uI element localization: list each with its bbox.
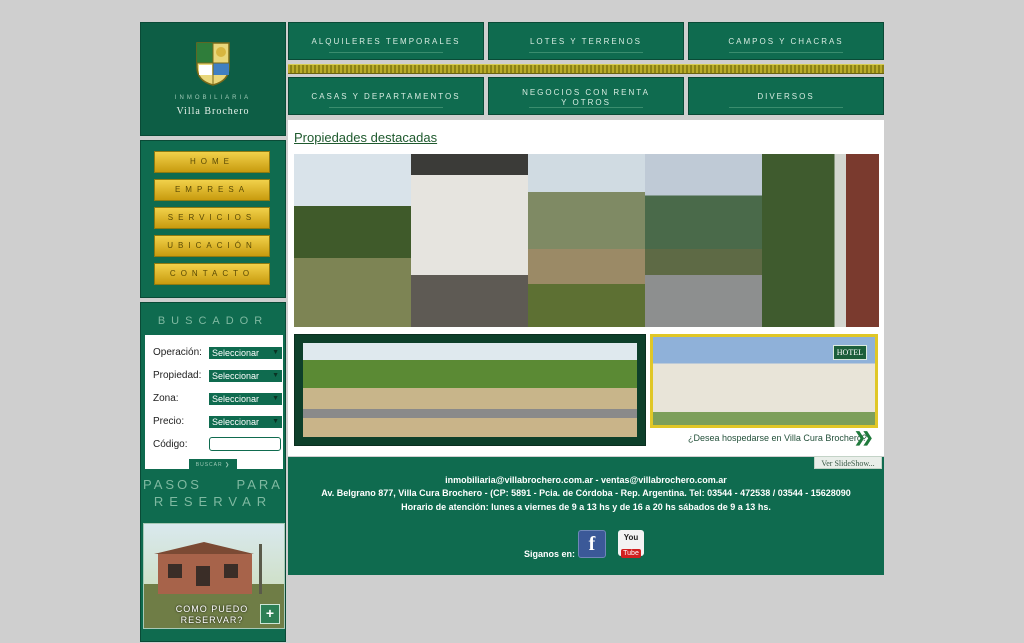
featured-title-link[interactable]: Propiedades destacadas	[294, 130, 437, 145]
slideshow-button[interactable]: Ver SlideShow...	[814, 456, 882, 469]
search-title: BUSCADOR	[157, 315, 269, 327]
codigo-label: Código:	[153, 439, 188, 450]
river-image	[303, 343, 637, 437]
precio-select-value: Seleccionar	[212, 417, 260, 427]
footer: Ver SlideShow... inmobiliaria@villabroch…	[288, 456, 884, 575]
youtube-icon[interactable]: You Tube	[618, 530, 644, 558]
category-negocios-con-renta[interactable]: NEGOCIOS CON RENTA Y OTROS	[488, 77, 684, 115]
follow-us-label: Siganos en:	[524, 549, 576, 559]
footer-emails: inmobiliaria@villabrochero.com.ar - vent…	[445, 475, 727, 485]
chevron-down-icon: ▼	[272, 349, 279, 356]
logo-panel[interactable]: INMOBILIARIA Villa Brochero	[140, 22, 286, 136]
photo-road	[645, 154, 762, 327]
search-panel: BUSCADOR Operación: Seleccionar ▼ Propie…	[140, 302, 286, 642]
photo-trees	[294, 154, 411, 327]
double-chevron-right-icon[interactable]: ❯❯	[854, 429, 874, 446]
propiedad-select[interactable]: Seleccionar ▼	[209, 370, 282, 382]
brand-subtitle: INMOBILIARIA	[174, 95, 252, 101]
propiedad-label: Propiedad:	[153, 370, 202, 381]
category-diversos[interactable]: DIVERSOS	[688, 77, 884, 115]
propiedad-select-value: Seleccionar	[212, 371, 260, 381]
category-underline	[729, 52, 843, 53]
main-menu: HOME EMPRESA SERVICIOS UBICACIÓN CONTACT…	[140, 140, 286, 298]
category-alquileres-temporales[interactable]: ALQUILERES TEMPORALES	[288, 22, 484, 60]
como-reservar-card[interactable]: COMO PUEDO RESERVAR? +	[143, 523, 285, 629]
footer-address: Av. Belgrano 877, Villa Cura Brochero - …	[321, 488, 851, 498]
menu-contacto-button[interactable]: CONTACTO	[154, 263, 270, 285]
precio-select[interactable]: Seleccionar ▼	[209, 416, 282, 428]
category-underline	[729, 107, 843, 108]
featured-gallery[interactable]	[294, 154, 879, 327]
menu-servicios-button[interactable]: SERVICIOS	[154, 207, 270, 229]
gold-divider-strip	[288, 64, 884, 74]
operacion-select[interactable]: Seleccionar ▼	[209, 347, 282, 359]
brand-name: Villa Brochero	[176, 106, 250, 117]
category-underline	[329, 52, 443, 53]
chevron-down-icon: ▼	[272, 418, 279, 425]
category-label-line1: NEGOCIOS CON RENTA	[522, 88, 650, 97]
category-label: LOTES Y TERRENOS	[529, 37, 643, 46]
crest-logo-icon	[196, 42, 230, 86]
search-button[interactable]: BUSCAR ❯	[189, 459, 237, 471]
youtube-tube: Tube	[621, 549, 641, 558]
menu-home-button[interactable]: HOME	[154, 151, 270, 173]
river-photo[interactable]	[294, 334, 646, 446]
hotel-sign: HOTEL	[832, 345, 867, 360]
photo-interior	[411, 154, 528, 327]
category-label: CAMPOS Y CHACRAS	[728, 37, 844, 46]
category-label: CASAS Y DEPARTAMENTOS	[311, 92, 461, 101]
precio-label: Precio:	[153, 416, 185, 427]
category-campos-y-chacras[interactable]: CAMPOS Y CHACRAS	[688, 22, 884, 60]
facebook-icon[interactable]: f	[578, 530, 606, 558]
youtube-you: You	[623, 533, 639, 542]
zona-select[interactable]: Seleccionar ▼	[209, 393, 282, 405]
featured-properties-panel: Propiedades destacadas HOTEL ¿Desea hosp…	[288, 120, 884, 456]
category-underline	[529, 107, 643, 108]
plus-icon: +	[260, 604, 280, 624]
como-reservar-text: COMO PUEDO RESERVAR?	[175, 604, 249, 625]
hotel-photo[interactable]: HOTEL	[650, 334, 878, 428]
chevron-down-icon: ▼	[272, 395, 279, 402]
pasos-line1: PASOS PARA	[143, 477, 283, 492]
operacion-select-value: Seleccionar	[212, 348, 260, 358]
zona-label: Zona:	[153, 393, 179, 404]
photo-hills	[528, 154, 645, 327]
category-casas-y-departamentos[interactable]: CASAS Y DEPARTAMENTOS	[288, 77, 484, 115]
category-underline	[529, 52, 643, 53]
search-form: Operación: Seleccionar ▼ Propiedad: Sele…	[145, 335, 283, 469]
photo-hedge	[762, 154, 879, 327]
chevron-down-icon: ▼	[272, 372, 279, 379]
pasos-line2: RESERVAR	[153, 494, 273, 509]
zona-select-value: Seleccionar	[212, 394, 260, 404]
category-label: ALQUILERES TEMPORALES	[311, 37, 461, 46]
operacion-label: Operación:	[153, 347, 202, 358]
category-underline	[329, 107, 443, 108]
menu-empresa-button[interactable]: EMPRESA	[154, 179, 270, 201]
codigo-input[interactable]	[209, 437, 281, 451]
hotel-link[interactable]: ¿Desea hospedarse en Villa Cura Brochero…	[688, 433, 867, 443]
category-label: DIVERSOS	[757, 92, 815, 101]
menu-ubicacion-button[interactable]: UBICACIÓN	[154, 235, 270, 257]
pasos-para-reservar-heading: PASOS PARA RESERVAR	[141, 477, 285, 509]
category-label: NEGOCIOS CON RENTA Y OTROS	[489, 88, 683, 108]
footer-hours: Horario de atención: lunes a viernes de …	[401, 502, 771, 512]
category-lotes-y-terrenos[interactable]: LOTES Y TERRENOS	[488, 22, 684, 60]
